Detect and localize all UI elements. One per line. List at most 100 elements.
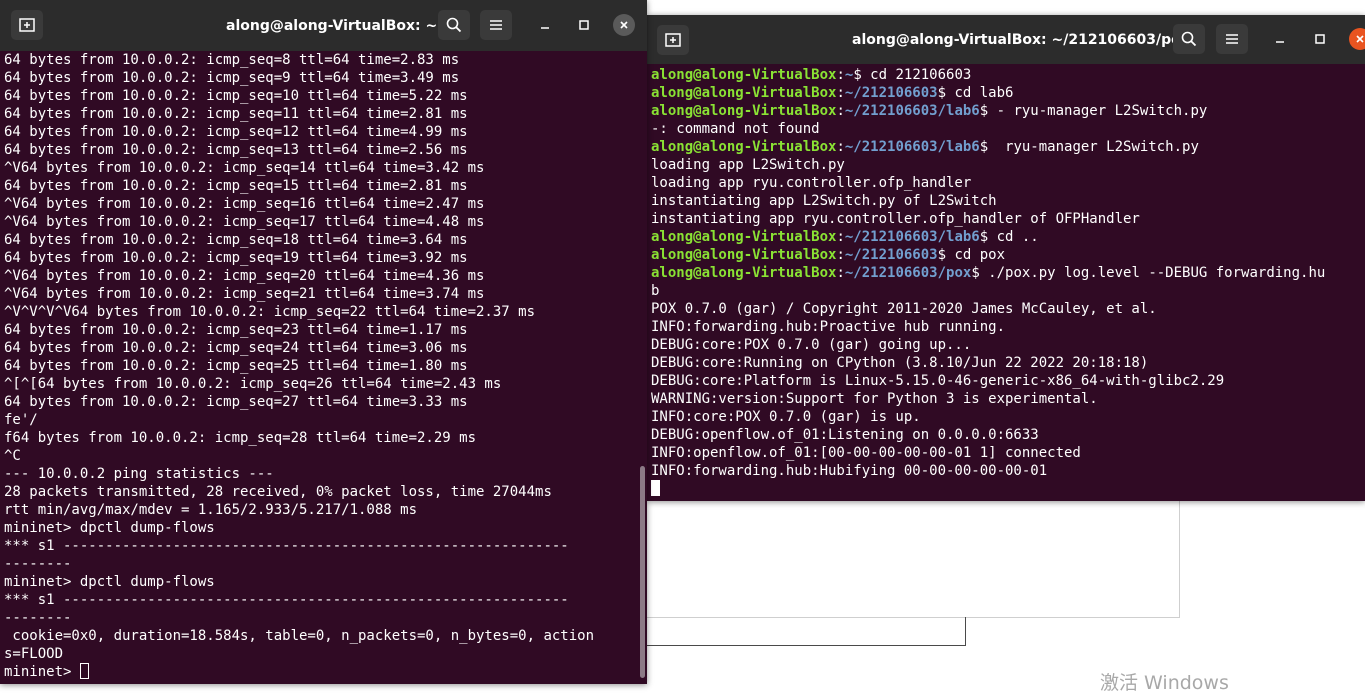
terminal-line: -------- bbox=[4, 610, 72, 626]
terminal-line: 64 bytes from 10.0.0.2: icmp_seq=24 ttl=… bbox=[4, 340, 468, 356]
terminal-line: 64 bytes from 10.0.0.2: icmp_seq=25 ttl=… bbox=[4, 358, 468, 374]
terminal-line: WARNING:version:Support for Python 3 is … bbox=[651, 391, 1098, 407]
title-bar[interactable]: along@along-VirtualBox: ~/212106603/pox bbox=[647, 15, 1365, 64]
prompt-path: ~/212106603/lab6 bbox=[844, 229, 980, 245]
terminal-line: 64 bytes from 10.0.0.2: icmp_seq=10 ttl=… bbox=[4, 88, 468, 104]
prompt-path: ~/212106603/lab6 bbox=[844, 139, 980, 155]
terminal-line: along@along-VirtualBox:~$ cd 212106603 bbox=[651, 66, 1365, 84]
prompt-user-host: along@along-VirtualBox bbox=[651, 67, 837, 83]
menu-button[interactable] bbox=[1216, 24, 1248, 54]
terminal-line: ^V64 bytes from 10.0.0.2: icmp_seq=21 tt… bbox=[4, 286, 485, 302]
prompt-user-host: along@along-VirtualBox bbox=[651, 265, 837, 281]
terminal-line: -------- bbox=[4, 556, 72, 572]
command-text: $ cd lab6 bbox=[937, 85, 1014, 101]
cursor-line[interactable] bbox=[651, 480, 1365, 498]
command-text: $ ./pox.py log.level --DEBUG forwarding.… bbox=[971, 265, 1326, 281]
prompt-user-host: along@along-VirtualBox bbox=[651, 103, 837, 119]
terminal-line: DEBUG:core:Running on CPython (3.8.10/Ju… bbox=[651, 355, 1149, 371]
terminal-line: 64 bytes from 10.0.0.2: icmp_seq=13 ttl=… bbox=[4, 142, 468, 158]
terminal-window-pox[interactable]: along@along-VirtualBox: ~/212106603/pox bbox=[647, 15, 1365, 501]
terminal-line: cookie=0x0, duration=18.584s, table=0, n… bbox=[4, 628, 595, 644]
prompt-separator: : bbox=[836, 139, 845, 155]
terminal-output[interactable]: 64 bytes from 10.0.0.2: icmp_seq=8 ttl=6… bbox=[0, 51, 637, 684]
prompt-separator: : bbox=[836, 229, 845, 245]
terminal-line: ^V64 bytes from 10.0.0.2: icmp_seq=17 tt… bbox=[4, 214, 485, 230]
terminal-line: INFO:openflow.of_01:[00-00-00-00-00-01 1… bbox=[651, 445, 1081, 461]
terminal-line: rtt min/avg/max/mdev = 1.165/2.933/5.217… bbox=[4, 502, 418, 518]
terminal-line: 64 bytes from 10.0.0.2: icmp_seq=12 ttl=… bbox=[4, 124, 468, 140]
terminal-line: ^V64 bytes from 10.0.0.2: icmp_seq=20 tt… bbox=[4, 268, 485, 284]
terminal-line: b bbox=[651, 283, 660, 299]
terminal-line: 64 bytes from 10.0.0.2: icmp_seq=18 ttl=… bbox=[4, 232, 468, 248]
hamburger-menu-icon bbox=[490, 20, 502, 30]
search-button[interactable] bbox=[1173, 24, 1205, 54]
terminal-line: 64 bytes from 10.0.0.2: icmp_seq=8 ttl=6… bbox=[4, 52, 460, 68]
terminal-line: 64 bytes from 10.0.0.2: icmp_seq=19 ttl=… bbox=[4, 250, 468, 266]
prompt-separator: : bbox=[836, 103, 845, 119]
prompt-user-host: along@along-VirtualBox bbox=[651, 139, 837, 155]
minimize-button[interactable] bbox=[1269, 28, 1291, 50]
prompt-user-host: along@along-VirtualBox bbox=[651, 247, 837, 263]
maximize-icon bbox=[579, 20, 589, 30]
minimize-icon bbox=[541, 27, 549, 29]
terminal-line: ^C bbox=[4, 448, 21, 464]
menu-button[interactable] bbox=[480, 10, 512, 40]
terminal-line: along@along-VirtualBox:~/212106603/lab6$… bbox=[651, 228, 1365, 246]
terminal-line: fe'/ bbox=[4, 412, 38, 428]
terminal-line: ^[^[64 bytes from 10.0.0.2: icmp_seq=26 … bbox=[4, 376, 502, 392]
prompt-path: ~/212106603/lab6 bbox=[844, 103, 980, 119]
prompt-separator: : bbox=[836, 85, 845, 101]
title-bar[interactable]: along@along-VirtualBox: ~ bbox=[0, 0, 647, 51]
terminal-line: 64 bytes from 10.0.0.2: icmp_seq=15 ttl=… bbox=[4, 178, 468, 194]
prompt-user-host: along@along-VirtualBox bbox=[651, 85, 837, 101]
new-tab-button[interactable] bbox=[11, 10, 43, 40]
terminal-line: 64 bytes from 10.0.0.2: icmp_seq=11 ttl=… bbox=[4, 106, 468, 122]
prompt-separator: : bbox=[836, 67, 845, 83]
search-button[interactable] bbox=[438, 10, 470, 40]
search-icon bbox=[1181, 31, 1197, 47]
terminal-window-mininet[interactable]: along@along-VirtualBox: ~ 64 bytes from … bbox=[0, 0, 647, 684]
command-text: $ cd .. bbox=[979, 229, 1039, 245]
terminal-line: mininet> dpctl dump-flows bbox=[4, 520, 215, 536]
minimize-button[interactable] bbox=[534, 14, 556, 36]
terminal-line: *** s1 ---------------------------------… bbox=[4, 592, 569, 608]
terminal-line: along@along-VirtualBox:~/212106603$ cd l… bbox=[651, 84, 1365, 102]
close-button[interactable] bbox=[1349, 28, 1365, 50]
terminal-line: ^V^V^V^V64 bytes from 10.0.0.2: icmp_seq… bbox=[4, 304, 536, 320]
maximize-button[interactable] bbox=[573, 14, 595, 36]
terminal-line: s=FLOOD bbox=[4, 646, 64, 662]
terminal-line: DEBUG:core:POX 0.7.0 (gar) going up... bbox=[651, 337, 972, 353]
terminal-line: 64 bytes from 10.0.0.2: icmp_seq=27 ttl=… bbox=[4, 394, 468, 410]
terminal-line: instantiating app L2Switch.py of L2Switc… bbox=[651, 193, 997, 209]
windows-activation-watermark: 激活 Windows bbox=[1100, 672, 1229, 694]
terminal-line: mininet> dpctl dump-flows bbox=[4, 574, 215, 590]
terminal-line: f64 bytes from 10.0.0.2: icmp_seq=28 ttl… bbox=[4, 430, 477, 446]
command-text: $ ryu-manager L2Switch.py bbox=[979, 139, 1199, 155]
terminal-line: loading app ryu.controller.ofp_handler bbox=[651, 175, 972, 191]
prompt-path: ~/212106603/pox bbox=[844, 265, 972, 281]
command-text: $ cd 212106603 bbox=[853, 67, 972, 83]
window-title: along@along-VirtualBox: ~/212106603/pox bbox=[852, 31, 1190, 48]
scrollbar-thumb[interactable] bbox=[640, 466, 645, 678]
terminal-line: 28 packets transmitted, 28 received, 0% … bbox=[4, 484, 552, 500]
terminal-line: along@along-VirtualBox:~/212106603/pox$ … bbox=[651, 264, 1365, 282]
terminal-line: INFO:forwarding.hub:Hubifying 00-00-00-0… bbox=[651, 463, 1048, 479]
prompt-line[interactable]: mininet> bbox=[4, 663, 637, 681]
new-tab-button[interactable] bbox=[657, 25, 689, 55]
terminal-line: DEBUG:openflow.of_01:Listening on 0.0.0.… bbox=[651, 427, 1039, 443]
terminal-line: along@along-VirtualBox:~/212106603/lab6$… bbox=[651, 102, 1365, 120]
window-title: along@along-VirtualBox: ~ bbox=[226, 17, 438, 34]
terminal-line: POX 0.7.0 (gar) / Copyright 2011-2020 Ja… bbox=[651, 301, 1157, 317]
prompt: mininet> bbox=[4, 664, 80, 680]
prompt-user-host: along@along-VirtualBox bbox=[651, 229, 837, 245]
new-tab-icon bbox=[665, 33, 681, 47]
terminal-line: 64 bytes from 10.0.0.2: icmp_seq=23 ttl=… bbox=[4, 322, 468, 338]
close-icon bbox=[620, 21, 628, 29]
maximize-button[interactable] bbox=[1309, 28, 1331, 50]
terminal-line: ^V64 bytes from 10.0.0.2: icmp_seq=14 tt… bbox=[4, 160, 485, 176]
prompt-path: ~/212106603 bbox=[844, 85, 938, 101]
terminal-line: -: command not found bbox=[651, 121, 820, 137]
terminal-output[interactable]: along@along-VirtualBox:~$ cd 212106603 al… bbox=[647, 66, 1365, 501]
terminal-line: DEBUG:core:Platform is Linux-5.15.0-46-g… bbox=[651, 373, 1225, 389]
close-button[interactable] bbox=[613, 14, 635, 36]
